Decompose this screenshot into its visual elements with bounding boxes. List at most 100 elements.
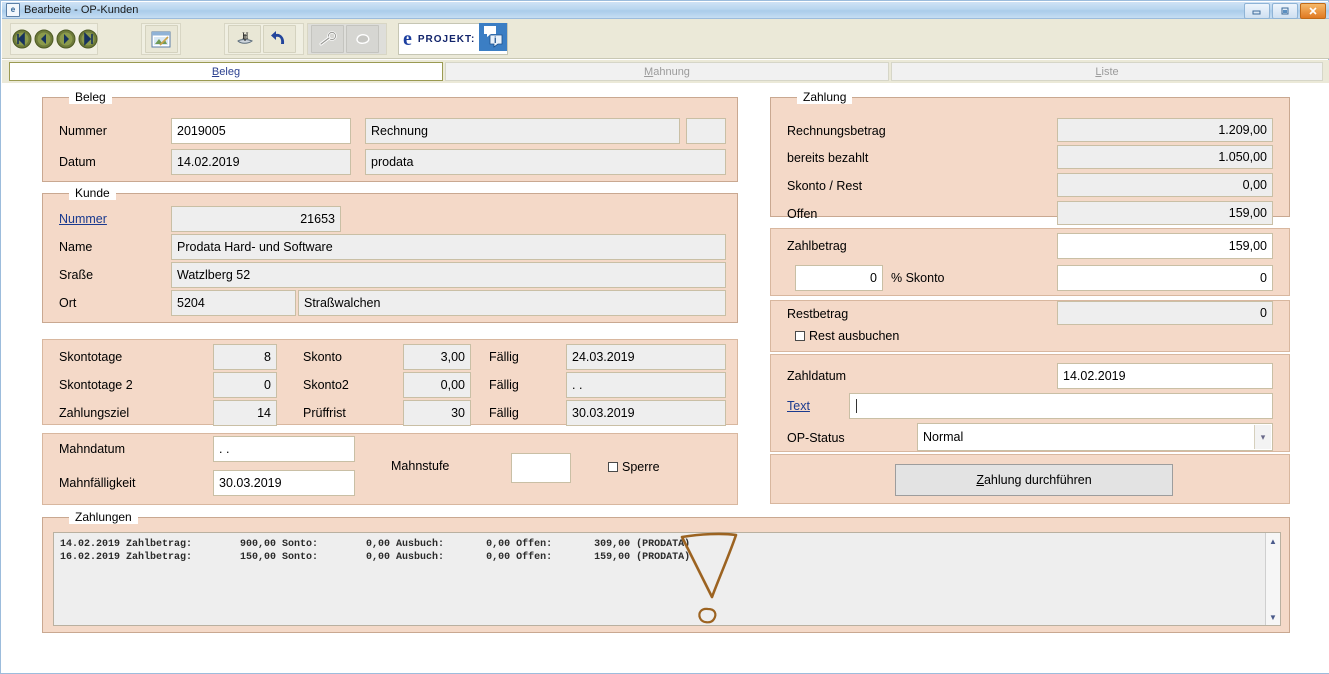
- input-zahlungsziel[interactable]: 14: [213, 400, 277, 426]
- input-skonto[interactable]: 3,00: [403, 344, 471, 370]
- list-item[interactable]: 14.02.2019 Zahlbetrag: 900,00 Sonto: 0,0…: [60, 539, 690, 550]
- window-title: Bearbeite - OP-Kunden: [24, 4, 139, 16]
- input-prozent-skonto[interactable]: 0: [795, 265, 883, 291]
- checkbox-sperre[interactable]: Sperre: [608, 460, 660, 474]
- toolbar: H: [2, 19, 1329, 59]
- minimize-button[interactable]: [1244, 3, 1270, 19]
- label-mahnstufe: Mahnstufe: [391, 459, 450, 473]
- last-record-button[interactable]: [78, 27, 98, 51]
- input-faellig-1[interactable]: 24.03.2019: [566, 344, 726, 370]
- label-kunde-name: Name: [59, 240, 93, 254]
- chevron-down-icon[interactable]: ▾: [1254, 425, 1271, 449]
- input-kunde-plz[interactable]: 5204: [171, 290, 296, 316]
- save-button[interactable]: H: [228, 25, 261, 53]
- input-beleg-art[interactable]: Rechnung: [365, 118, 680, 144]
- group-beleg: Beleg Nummer 2019005 Rechnung Datum 14.0…: [42, 90, 738, 182]
- group-kunde: Kunde Nummer 21653 Name Prodata Hard- un…: [42, 186, 738, 323]
- maximize-button[interactable]: [1272, 3, 1298, 19]
- label-beleg-datum: Datum: [59, 155, 96, 169]
- input-kunde-nummer[interactable]: 21653: [171, 206, 341, 232]
- preview-window-button[interactable]: [144, 25, 178, 53]
- sperre-checkbox-box[interactable]: [608, 462, 618, 472]
- label-mahndatum: Mahndatum: [59, 442, 126, 456]
- zahlungen-listbox[interactable]: 14.02.2019 Zahlbetrag: 900,00 Sonto: 0,0…: [53, 532, 1281, 626]
- group-zahldatum: Zahldatum 14.02.2019 Text OP-Status Norm…: [770, 354, 1290, 452]
- label-skontotage-2: Skontotage 2: [59, 378, 133, 392]
- group-kunde-legend: Kunde: [69, 186, 116, 200]
- input-faellig-2[interactable]: . .: [566, 372, 726, 398]
- app-window: e Bearbeite - OP-Kunden e PROJEKT: i Bel…: [0, 0, 1329, 674]
- value-rechnungsbetrag: 1.209,00: [1057, 118, 1273, 142]
- toolbar-group-edit: H: [224, 23, 304, 55]
- tab-strip: BBelegeleg Mahnung Liste: [2, 60, 1329, 83]
- filter-button[interactable]: [346, 25, 379, 53]
- label-kunde-ort: Ort: [59, 296, 77, 310]
- scroll-down-arrow-icon[interactable]: ▼: [1266, 610, 1280, 624]
- key-search-button[interactable]: [311, 25, 344, 53]
- label-rechnungsbetrag: Rechnungsbetrag: [787, 124, 886, 138]
- first-record-button[interactable]: [12, 27, 32, 51]
- input-faellig-3[interactable]: 30.03.2019: [566, 400, 726, 426]
- tab-liste[interactable]: Liste: [891, 62, 1323, 81]
- toolbar-group-preview: [141, 23, 181, 55]
- svg-text:i: i: [494, 35, 497, 45]
- undo-button[interactable]: [263, 25, 296, 53]
- group-zahlung-legend: Zahlung: [797, 90, 853, 104]
- checkbox-rest-ausbuchen[interactable]: Rest ausbuchen: [795, 329, 899, 343]
- input-skontotage[interactable]: 8: [213, 344, 277, 370]
- label-text-link[interactable]: Text: [787, 399, 810, 413]
- input-beleg-mandant[interactable]: prodata: [365, 149, 726, 175]
- label-faellig-2: Fällig: [489, 378, 519, 392]
- zahlungen-scrollbar[interactable]: ▲ ▼: [1265, 533, 1280, 625]
- input-beleg-datum[interactable]: 14.02.2019: [171, 149, 351, 175]
- input-kunde-name[interactable]: Prodata Hard- und Software: [171, 234, 726, 260]
- label-pruefrist: Prüffrist: [303, 406, 346, 420]
- tab-beleg[interactable]: BBelegeleg: [9, 62, 443, 81]
- label-faellig-3: Fällig: [489, 406, 519, 420]
- input-pruefrist[interactable]: 30: [403, 400, 471, 426]
- checkbox-sperre-label: Sperre: [622, 460, 660, 474]
- tab-beleg-label: BBelegeleg: [211, 65, 241, 78]
- brand-e-letter: e: [403, 28, 412, 50]
- zahlung-durchfuehren-button[interactable]: Zahlung durchführen: [895, 464, 1173, 496]
- list-item[interactable]: 16.02.2019 Zahlbetrag: 150,00 Sonto: 0,0…: [60, 552, 690, 563]
- input-mahnstufe[interactable]: [511, 453, 571, 483]
- value-restbetrag: 0: [1057, 301, 1273, 325]
- close-button[interactable]: [1300, 3, 1326, 19]
- input-zahldatum[interactable]: 14.02.2019: [1057, 363, 1273, 389]
- input-zahlbetrag[interactable]: 159,00: [1057, 233, 1273, 259]
- brand-logo: e PROJEKT: i: [398, 22, 508, 56]
- input-mahndatum[interactable]: . .: [213, 436, 355, 462]
- input-skonto-betrag[interactable]: 0: [1057, 265, 1273, 291]
- label-kunde-strasse: Sraße: [59, 268, 94, 282]
- group-zahlung: Zahlung Rechnungsbetrag 1.209,00 bereits…: [770, 90, 1290, 225]
- label-beleg-nummer: Nummer: [59, 124, 107, 138]
- label-prozent-skonto: % Skonto: [891, 271, 945, 285]
- input-kunde-ort[interactable]: Straßwalchen: [298, 290, 726, 316]
- label-skonto: Skonto: [303, 350, 342, 364]
- input-text[interactable]: [849, 393, 1273, 419]
- group-zahlbetrag: Zahlbetrag 159,00 0 % Skonto 0: [770, 228, 1290, 296]
- label-kunde-nummer-link[interactable]: Nummer: [59, 212, 107, 226]
- input-skonto-2[interactable]: 0,00: [403, 372, 471, 398]
- label-skonto-2: Skonto2: [303, 378, 349, 392]
- title-bar: e Bearbeite - OP-Kunden: [2, 2, 1329, 19]
- input-beleg-nummer[interactable]: 2019005: [171, 118, 351, 144]
- label-zahldatum: Zahldatum: [787, 369, 847, 383]
- rest-ausbuchen-checkbox-box[interactable]: [795, 331, 805, 341]
- next-record-button[interactable]: [56, 27, 76, 51]
- label-bereits-bezahlt: bereits bezahlt: [787, 151, 869, 165]
- window-buttons: [1244, 3, 1326, 19]
- input-beleg-art-code[interactable]: [686, 118, 726, 144]
- app-icon: e: [6, 3, 20, 17]
- input-skontotage-2[interactable]: 0: [213, 372, 277, 398]
- input-kunde-strasse[interactable]: Watzlberg 52: [171, 262, 726, 288]
- group-submit: Zahlung durchführen: [770, 454, 1290, 504]
- eprojekt-logo-icon: i: [479, 22, 508, 56]
- scroll-up-arrow-icon[interactable]: ▲: [1266, 534, 1280, 548]
- select-op-status[interactable]: Normal ▾: [917, 423, 1273, 451]
- input-mahnfaelligkeit[interactable]: 30.03.2019: [213, 470, 355, 496]
- tab-mahnung[interactable]: Mahnung: [445, 62, 889, 81]
- value-skonto-rest: 0,00: [1057, 173, 1273, 197]
- previous-record-button[interactable]: [34, 27, 54, 51]
